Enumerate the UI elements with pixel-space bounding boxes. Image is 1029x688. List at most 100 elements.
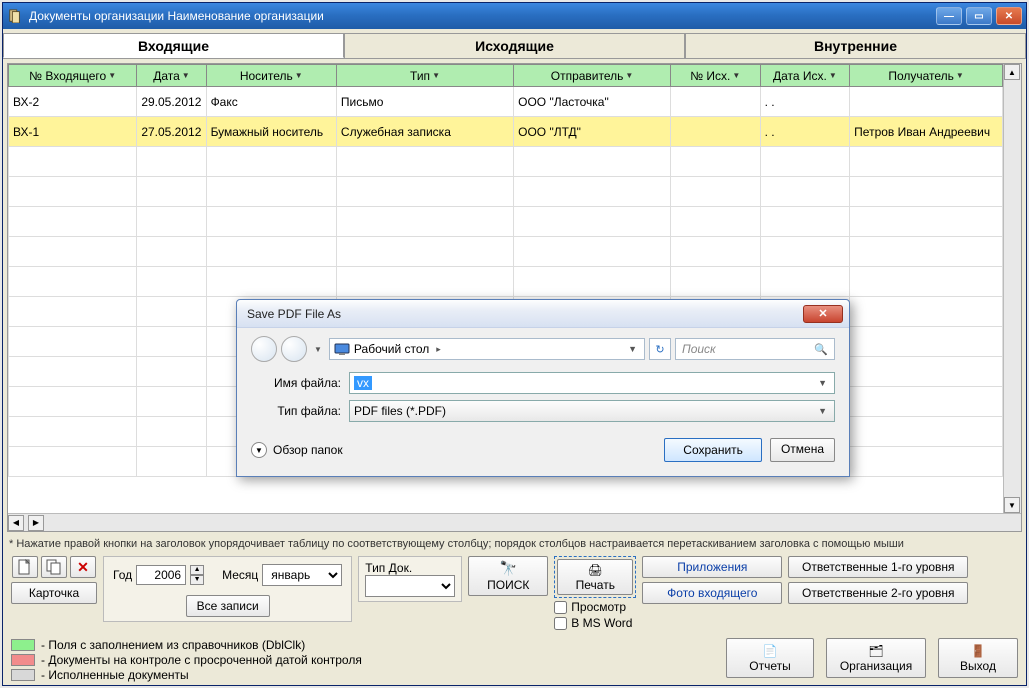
all-records-button[interactable]: Все записи [186, 595, 270, 617]
tab-internal[interactable]: Внутренние [685, 33, 1026, 58]
refresh-button[interactable]: ↻ [649, 338, 671, 360]
sort-icon: ▼ [432, 71, 440, 80]
search-button[interactable]: 🔭 ПОИСК [468, 556, 548, 596]
report-icon: 📄 [763, 644, 778, 658]
scroll-up-icon[interactable]: ▲ [1004, 64, 1020, 80]
filename-label: Имя файла: [251, 376, 341, 390]
search-placeholder: Поиск [682, 342, 716, 356]
filetype-select[interactable]: PDF files (*.PDF) ▼ [349, 400, 835, 422]
horizontal-scrollbar[interactable]: ◀ ▶ [8, 513, 1021, 531]
path-breadcrumb[interactable]: Рабочий стол ▸ ▼ [329, 338, 645, 360]
exit-button[interactable]: 🚪 Выход [938, 638, 1018, 678]
main-tabs: Входящие Исходящие Внутренние [3, 29, 1026, 59]
table-row[interactable]: ВХ-127.05.2012Бумажный носительСлужебная… [9, 117, 1003, 147]
close-button[interactable]: ✕ [996, 7, 1022, 25]
legend-swatch [11, 639, 35, 651]
chevron-down-icon[interactable]: ▼ [628, 344, 637, 354]
chevron-down-icon[interactable]: ▼ [818, 406, 827, 416]
reports-button[interactable]: 📄 Отчеты [726, 638, 814, 678]
msword-checkbox[interactable]: В MS Word [554, 616, 636, 630]
col-header-carrier[interactable]: Носитель▼ [206, 65, 336, 87]
col-header-out-no[interactable]: № Исх.▼ [670, 65, 760, 87]
org-icon: 🗂 [868, 644, 883, 658]
search-icon: 🔍 [814, 343, 828, 356]
chevron-down-icon[interactable]: ▼ [311, 345, 325, 354]
tab-outgoing[interactable]: Исходящие [344, 33, 685, 58]
doctype-label: Тип Док. [365, 561, 455, 575]
nav-forward-button[interactable] [281, 336, 307, 362]
sort-icon: ▼ [625, 71, 633, 80]
binoculars-icon: 🔭 [500, 560, 517, 577]
sort-icon: ▼ [182, 71, 190, 80]
save-file-dialog: Save PDF File As ✕ ▼ Рабочий стол ▸ [236, 299, 850, 477]
sort-icon: ▼ [732, 71, 740, 80]
tab-incoming[interactable]: Входящие [3, 33, 344, 58]
col-header-incoming-no[interactable]: № Входящего▼ [9, 65, 137, 87]
scroll-down-icon[interactable]: ▼ [1004, 497, 1020, 513]
table-row [9, 147, 1003, 177]
path-segment: Рабочий стол [354, 342, 429, 356]
dialog-title: Save PDF File As [247, 307, 803, 321]
doctype-select[interactable] [365, 575, 455, 597]
cancel-button[interactable]: Отмена [770, 438, 835, 462]
year-label: Год [113, 568, 132, 582]
col-header-sender[interactable]: Отправитель▼ [514, 65, 671, 87]
organization-button[interactable]: 🗂 Организация [826, 638, 926, 678]
col-header-recipient[interactable]: Получатель▼ [850, 65, 1003, 87]
dialog-titlebar[interactable]: Save PDF File As ✕ [237, 300, 849, 328]
col-header-out-date[interactable]: Дата Исх.▼ [760, 65, 850, 87]
app-icon [7, 8, 23, 24]
maximize-button[interactable]: ▭ [966, 7, 992, 25]
filename-value: vx [354, 376, 372, 390]
table-row[interactable]: ВХ-229.05.2012ФаксПисьмоООО "Ласточка". … [9, 87, 1003, 117]
printer-icon: 🖨 [588, 563, 603, 577]
new-button[interactable] [12, 556, 38, 578]
chevron-down-icon[interactable]: ▼ [818, 378, 827, 388]
year-spinner[interactable]: ▲▼ [190, 565, 204, 585]
chevron-down-icon: ▼ [251, 442, 267, 458]
table-row [9, 207, 1003, 237]
filetype-value: PDF files (*.PDF) [354, 404, 446, 418]
save-button[interactable]: Сохранить [664, 438, 762, 462]
browse-folders-toggle[interactable]: ▼ Обзор папок [251, 442, 343, 458]
vertical-scrollbar[interactable]: ▲ ▼ [1003, 64, 1021, 513]
month-label: Месяц [222, 568, 258, 582]
preview-checkbox[interactable]: Просмотр [554, 600, 636, 614]
dialog-close-button[interactable]: ✕ [803, 305, 843, 323]
legend: - Поля с заполнением из справочников (Db… [11, 638, 362, 683]
desktop-icon [334, 342, 350, 356]
scroll-right-icon[interactable]: ▶ [28, 515, 44, 531]
chevron-up-icon[interactable]: ▲ [190, 565, 204, 575]
data-grid: № Входящего▼ Дата▼ Носитель▼ Тип▼ Отправ… [7, 63, 1022, 532]
col-header-date[interactable]: Дата▼ [137, 65, 206, 87]
x-icon: ✕ [77, 559, 89, 576]
legend-swatch [11, 654, 35, 666]
legend-swatch [11, 669, 35, 681]
chevron-right-icon: ▸ [436, 344, 441, 355]
responsible-2-button[interactable]: Ответственные 2-го уровня [788, 582, 968, 604]
sort-icon: ▼ [295, 71, 303, 80]
responsible-1-button[interactable]: Ответственные 1-го уровня [788, 556, 968, 578]
incoming-photo-button[interactable]: Фото входящего [642, 582, 782, 604]
card-button[interactable]: Карточка [11, 582, 97, 604]
sort-icon: ▼ [829, 71, 837, 80]
attachments-button[interactable]: Приложения [642, 556, 782, 578]
delete-button[interactable]: ✕ [70, 556, 96, 578]
bottom-panel: ✕ Карточка Год ▲▼ Месяц январь [3, 552, 1026, 685]
copy-button[interactable] [41, 556, 67, 578]
chevron-down-icon[interactable]: ▼ [190, 575, 204, 585]
hint-text: * Нажатие правой кнопки на заголовок упо… [3, 536, 1026, 552]
print-button[interactable]: 🖨 Печать [557, 559, 633, 595]
search-input[interactable]: Поиск 🔍 [675, 338, 835, 360]
nav-back-button[interactable] [251, 336, 277, 362]
scroll-left-icon[interactable]: ◀ [8, 515, 24, 531]
filename-input[interactable]: vx ▼ [349, 372, 835, 394]
sort-icon: ▼ [108, 71, 116, 80]
col-header-type[interactable]: Тип▼ [336, 65, 513, 87]
year-input[interactable] [136, 565, 186, 585]
month-select[interactable]: январь [262, 564, 342, 586]
window-title: Документы организации Наименование орган… [29, 9, 936, 23]
minimize-button[interactable]: — [936, 7, 962, 25]
titlebar: Документы организации Наименование орган… [3, 3, 1026, 29]
sort-icon: ▼ [956, 71, 964, 80]
